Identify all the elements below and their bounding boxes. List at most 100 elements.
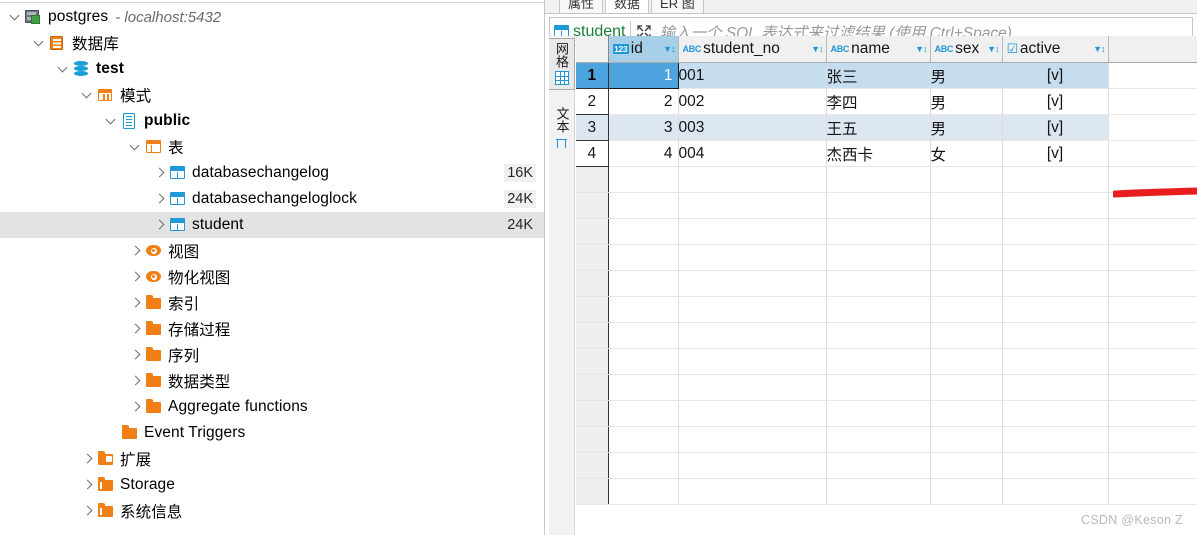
empty-cell-name [826, 348, 931, 375]
chevron-right-icon[interactable] [128, 290, 144, 316]
row-number-cell[interactable]: 4 [576, 140, 609, 167]
cell-id[interactable]: 4 [608, 140, 679, 167]
tree-item-扩展[interactable]: 扩展 [0, 446, 544, 472]
cell-active[interactable]: [v] [1002, 88, 1109, 115]
cell-name[interactable]: 李四 [826, 88, 931, 115]
grid-column-header-active[interactable]: ☑ active ▼↕ [1002, 36, 1109, 63]
cell-student_no[interactable]: 002 [678, 88, 827, 115]
tree-item-数据库[interactable]: 数据库 [0, 30, 544, 56]
cell-sex[interactable]: 女 [930, 140, 1003, 167]
filter-sort-icon[interactable]: ▼↕ [987, 44, 999, 54]
row-number-cell[interactable]: 2 [576, 88, 609, 115]
cell-active[interactable]: [v] [1002, 140, 1109, 167]
table-row[interactable]: 1 1 001 张三男 [v] [576, 62, 1197, 89]
cell-name[interactable]: 王五 [826, 114, 931, 141]
row-filler-cell [1108, 62, 1197, 89]
chevron-right-icon[interactable] [128, 316, 144, 342]
presentation-switcher-toolbar[interactable]: 网格 文本 [549, 36, 575, 535]
tree-item-databasechangelog[interactable]: databasechangelog 16K [0, 160, 544, 186]
presentation-text-icon[interactable]: 文本 [549, 104, 575, 154]
tree-item-序列[interactable]: 序列 [0, 342, 544, 368]
cell-id[interactable]: 1 [607, 62, 679, 89]
empty-filler-cell [1108, 478, 1197, 505]
cell-active[interactable]: [v] [1002, 114, 1109, 141]
tree-item-label: Storage [120, 476, 175, 493]
tree-item-索引[interactable]: 索引 [0, 290, 544, 316]
chevron-right-icon[interactable] [152, 160, 168, 186]
editor-tab-strip[interactable]: 属性 数据 ER 图 [545, 0, 1197, 14]
filter-sort-icon[interactable]: ▼↕ [811, 44, 823, 54]
tree-item-aggregate-functions[interactable]: Aggregate functions [0, 394, 544, 420]
chevron-right-icon[interactable] [128, 342, 144, 368]
cell-sex[interactable]: 男 [930, 114, 1003, 141]
cell-active[interactable]: [v] [1002, 62, 1109, 89]
cell-id[interactable]: 3 [608, 114, 679, 141]
tree-item-student[interactable]: student 24K [0, 212, 544, 238]
chevron-right-icon[interactable] [80, 498, 96, 524]
tab-ER 图[interactable]: ER 图 [651, 0, 704, 13]
grid-column-header-student_no[interactable]: ABC student_no ▼↕ [678, 36, 827, 63]
tree-item-storage[interactable]: Storage [0, 472, 544, 498]
result-grid[interactable]: 123 id ▼↕ ABC student_no ▼↕ ABC name ▼↕ ABC sex ▼↕ ☑… [576, 36, 1197, 505]
cell-sex[interactable]: 男 [930, 62, 1003, 89]
tree-item-视图[interactable]: 视图 [0, 238, 544, 264]
cell-student_no[interactable]: 001 [678, 62, 827, 89]
result-editor-panel: 属性 数据 ER 图 student 输入一个 SQL 表达式来过滤结果 (使用… [545, 0, 1197, 535]
empty-cell-student_no [678, 452, 827, 479]
filter-sort-icon[interactable]: ▼↕ [1093, 44, 1105, 54]
cell-name[interactable]: 张三 [826, 62, 931, 89]
chevron-right-icon[interactable] [128, 238, 144, 264]
table-row[interactable]: 3 3 003 王五男 [v] [576, 114, 1197, 141]
chevron-right-icon[interactable] [152, 212, 168, 238]
grid-column-header-name[interactable]: ABC name ▼↕ [826, 36, 931, 63]
chevron-right-icon[interactable] [128, 264, 144, 290]
table-row[interactable]: 2 2 002 李四男 [v] [576, 88, 1197, 115]
chevron-down-icon[interactable] [32, 30, 48, 56]
tree-item-public[interactable]: public [0, 108, 544, 134]
tree-item-表[interactable]: 表 [0, 134, 544, 160]
tab-属性[interactable]: 属性 [559, 0, 604, 13]
chevron-down-icon[interactable] [104, 108, 120, 134]
row-number-cell[interactable]: 1 [576, 62, 609, 89]
result-grid-container[interactable]: 123 id ▼↕ ABC student_no ▼↕ ABC name ▼↕ ABC sex ▼↕ ☑… [576, 36, 1197, 535]
tab-数据[interactable]: 数据 [605, 0, 650, 13]
tree-item-模式[interactable]: 模式 [0, 82, 544, 108]
tree-item-test[interactable]: test [0, 56, 544, 82]
tree-item-存储过程[interactable]: 存储过程 [0, 316, 544, 342]
empty-row [576, 426, 1197, 453]
tree-item-databasechangeloglock[interactable]: databasechangeloglock 24K [0, 186, 544, 212]
table-row[interactable]: 4 4 004 杰西卡女 [v] [576, 140, 1197, 167]
cell-student_no[interactable]: 004 [678, 140, 827, 167]
grid-column-header-sex[interactable]: ABC sex ▼↕ [930, 36, 1003, 63]
tree-item-系统信息[interactable]: 系统信息 [0, 498, 544, 524]
chevron-right-icon[interactable] [152, 186, 168, 212]
presentation-grid-icon[interactable]: 网格 [549, 38, 575, 90]
filter-sort-icon[interactable]: ▼↕ [915, 44, 927, 54]
chevron-down-icon[interactable] [56, 56, 72, 82]
chevron-right-icon[interactable] [128, 394, 144, 420]
empty-cell-name [826, 452, 931, 479]
tree-item-postgres[interactable]: postgres - localhost:5432 [0, 4, 544, 30]
empty-cell-id [608, 452, 679, 479]
grid-corner-cell[interactable] [576, 36, 609, 63]
database-tree[interactable]: postgres - localhost:5432 数据库 test 模式 public… [0, 4, 544, 524]
cell-sex[interactable]: 男 [930, 88, 1003, 115]
cell-id[interactable]: 2 [608, 88, 679, 115]
chevron-down-icon[interactable] [8, 4, 24, 30]
empty-cell-sex [930, 348, 1003, 375]
chevron-down-icon[interactable] [80, 82, 96, 108]
chevron-right-icon[interactable] [80, 472, 96, 498]
cell-name[interactable]: 杰西卡 [826, 140, 931, 167]
chevron-right-icon[interactable] [80, 446, 96, 472]
grid-body[interactable]: 1 1 001 张三男 [v] 2 2 002 李四男 [v] 3 3 003 王五男 [v] 4 4 004 杰西… [576, 62, 1197, 505]
chevron-right-icon[interactable] [128, 368, 144, 394]
filter-sort-icon[interactable]: ▼↕ [663, 44, 675, 54]
grid-column-header-id[interactable]: 123 id ▼↕ [608, 36, 679, 63]
row-number-cell[interactable]: 3 [576, 114, 609, 141]
chevron-down-icon[interactable] [128, 134, 144, 160]
tree-item-数据类型[interactable]: 数据类型 [0, 368, 544, 394]
cell-student_no[interactable]: 003 [678, 114, 827, 141]
tree-item-event-triggers[interactable]: Event Triggers [0, 420, 544, 446]
tree-item-物化视图[interactable]: 物化视图 [0, 264, 544, 290]
empty-cell-id [608, 218, 679, 245]
